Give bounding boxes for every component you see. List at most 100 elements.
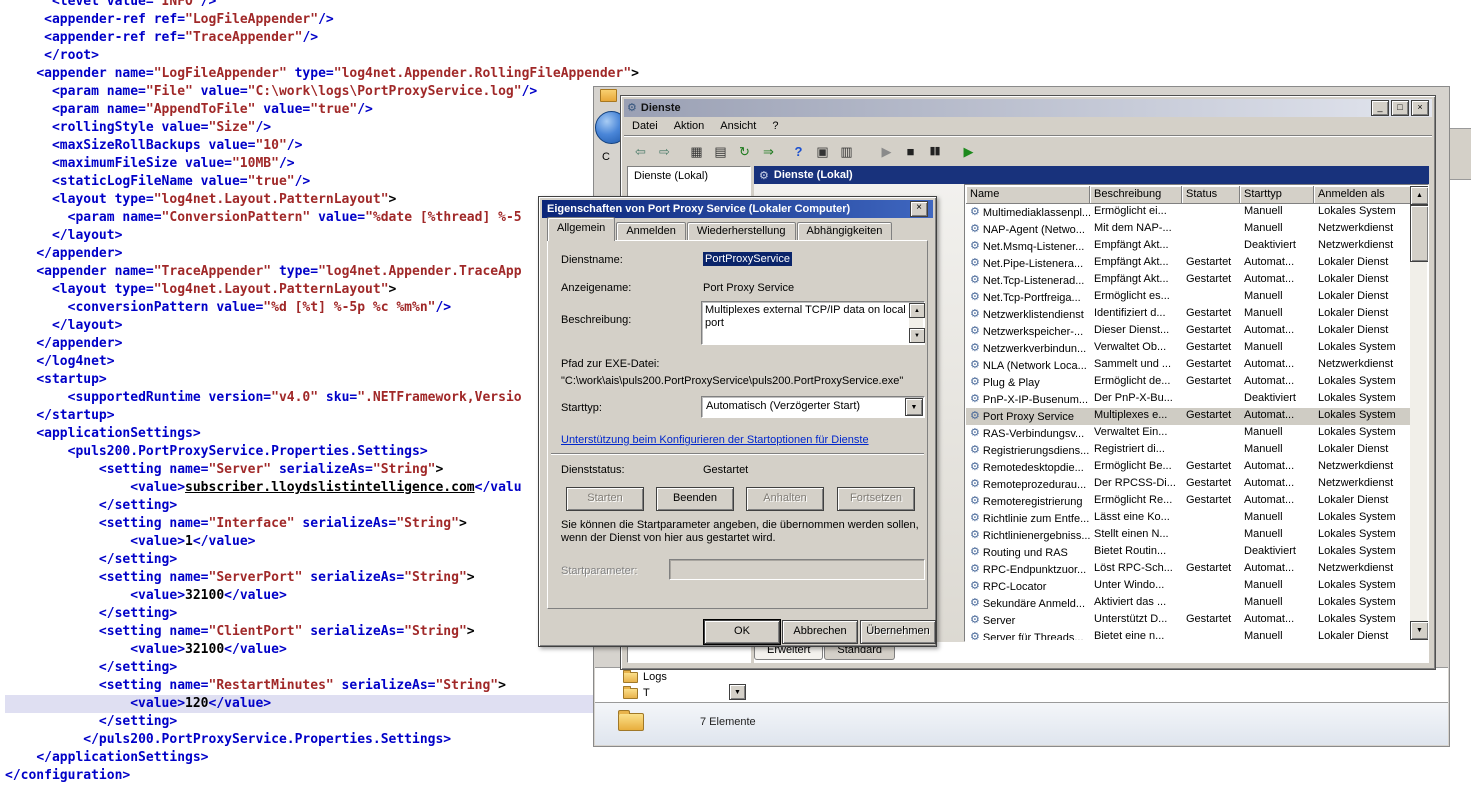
service-row[interactable]: ⚙ RPC-Locator Unter Windo... Manuell Lok…	[966, 578, 1410, 595]
scroll-down-icon[interactable]: ▼	[909, 328, 925, 343]
minimize-button[interactable]: _	[1371, 100, 1389, 116]
service-row[interactable]: ⚙ Netzwerklistendienst Identifiziert d..…	[966, 306, 1410, 323]
service-row[interactable]: ⚙ Plug & Play Ermöglicht de... Gestartet…	[966, 374, 1410, 391]
scroll-up-icon[interactable]: ▲	[909, 303, 925, 318]
service-row[interactable]: ⚙ RPC-Endpunktzuor... Löst RPC-Sch... Ge…	[966, 561, 1410, 578]
service-logon-as: Netzwerkdienst	[1314, 357, 1410, 374]
service-logon-as: Lokales System	[1314, 527, 1410, 544]
forward-icon[interactable]: ⇨	[654, 141, 675, 162]
service-row[interactable]: ⚙ RAS-Verbindungsv... Verwaltet Ein... M…	[966, 425, 1410, 442]
dialog-tab[interactable]: Wiederherstellung	[687, 222, 796, 241]
back-icon[interactable]: ⇦	[630, 141, 651, 162]
extended-view-icon[interactable]: ▣	[812, 141, 833, 162]
help-icon[interactable]: ?	[788, 141, 809, 162]
column-header[interactable]: Beschreibung	[1090, 186, 1182, 204]
services-titlebar[interactable]: ⚙ Dienste _□×	[624, 99, 1432, 117]
service-row[interactable]: ⚙ Routing und RAS Bietet Routin... Deakt…	[966, 544, 1410, 561]
service-name-value[interactable]: PortProxyService	[703, 252, 792, 266]
chevron-down-icon[interactable]: ▼	[729, 684, 746, 700]
list-item[interactable]: Logs	[623, 671, 667, 683]
service-row[interactable]: ⚙ NLA (Network Loca... Sammelt und ... G…	[966, 357, 1410, 374]
dialog-titlebar[interactable]: Eigenschaften von Port Proxy Service (Lo…	[542, 200, 933, 218]
service-gear-icon: ⚙	[970, 207, 980, 218]
service-name: Netzwerkverbindun...	[983, 343, 1086, 355]
service-row[interactable]: ⚙ Server Unterstützt D... Gestartet Auto…	[966, 612, 1410, 629]
ok-button[interactable]: OK	[704, 620, 780, 644]
menu-aktion[interactable]: Aktion	[666, 120, 713, 132]
close-button[interactable]: ×	[1411, 100, 1429, 116]
description-scrollbar[interactable]: ▲ ▼	[909, 303, 923, 343]
restart-service-icon[interactable]: ▶	[958, 141, 979, 162]
service-row[interactable]: ⚙ Richtlinienergebniss... Stellt einen N…	[966, 527, 1410, 544]
service-status	[1182, 204, 1240, 221]
pause-service-icon[interactable]: ▮▮	[924, 141, 945, 162]
dialog-tab[interactable]: Abhängigkeiten	[797, 222, 893, 241]
column-header[interactable]: Anmelden als	[1314, 186, 1412, 204]
item-count: 7 Elemente	[700, 716, 756, 728]
service-row[interactable]: ⚙ PnP-X-IP-Busenum... Der PnP-X-Bu... De…	[966, 391, 1410, 408]
service-control-button[interactable]: Beenden	[656, 487, 734, 511]
service-status	[1182, 544, 1240, 561]
service-row[interactable]: ⚙ Net.Msmq-Listener... Empfängt Akt... D…	[966, 238, 1410, 255]
service-name: Richtlinie zum Entfe...	[983, 513, 1089, 525]
cancel-button[interactable]: Abbrechen	[782, 620, 858, 644]
service-row[interactable]: ⚙ Remoteprozedurau... Der RPCSS-Di... Ge…	[966, 476, 1410, 493]
export-list-icon[interactable]: ▤	[710, 141, 731, 162]
apply-button[interactable]: Übernehmen	[860, 620, 936, 644]
service-control-button[interactable]: Fortsetzen	[837, 487, 915, 511]
service-row[interactable]: ⚙ Registrierungsdiens... Registriert di.…	[966, 442, 1410, 459]
service-row[interactable]: ⚙ Netzwerkverbindun... Verwaltet Ob... G…	[966, 340, 1410, 357]
service-row[interactable]: ⚙ Net.Tcp-Portfreiga... Ermöglicht es...…	[966, 289, 1410, 306]
show-console-tree-icon[interactable]: ▦	[686, 141, 707, 162]
start-service-icon[interactable]: ▶	[876, 141, 897, 162]
refresh-icon[interactable]: ↻	[734, 141, 755, 162]
service-row[interactable]: ⚙ Port Proxy Service Multiplexes e... Ge…	[966, 408, 1410, 425]
tree-node-dienste-lokal[interactable]: Dienste (Lokal)	[628, 167, 750, 185]
display-name-value[interactable]: Port Proxy Service	[703, 282, 794, 294]
service-control-button[interactable]: Anhalten	[746, 487, 824, 511]
menu-hilfe[interactable]: ?	[764, 120, 786, 132]
list-item[interactable]: T	[623, 687, 650, 699]
startparameter-note-line2: wenn der Dienst von hier aus gestartet w…	[561, 532, 776, 544]
startparameter-input[interactable]	[669, 559, 925, 580]
service-logon-as: Netzwerkdienst	[1314, 459, 1410, 476]
menu-datei[interactable]: Datei	[624, 120, 666, 132]
scroll-up-icon[interactable]: ▲	[1410, 186, 1429, 205]
service-row[interactable]: ⚙ Remotedesktopdie... Ermöglicht Be... G…	[966, 459, 1410, 476]
export-icon[interactable]: ⇒	[758, 141, 779, 162]
service-row[interactable]: ⚙ Multimediaklassenpl... Ermöglicht ei..…	[966, 204, 1410, 221]
service-control-button[interactable]: Starten	[566, 487, 644, 511]
startup-options-help-link[interactable]: Unterstützung beim Konfigurieren der Sta…	[561, 434, 869, 446]
service-row[interactable]: ⚙ Net.Pipe-Listenera... Empfängt Akt... …	[966, 255, 1410, 272]
service-row[interactable]: ⚙ Sekundäre Anmeld... Aktiviert das ... …	[966, 595, 1410, 612]
startup-type-dropdown[interactable]: Automatisch (Verzögerter Start) ▼	[701, 396, 925, 418]
column-header[interactable]: Name	[966, 186, 1090, 204]
stop-service-icon[interactable]: ■	[900, 141, 921, 162]
service-row[interactable]: ⚙ Richtlinie zum Entfe... Lässt eine Ko.…	[966, 510, 1410, 527]
dialog-tab[interactable]: Anmelden	[616, 222, 686, 241]
service-row[interactable]: ⚙ NAP-Agent (Netwo... Mit dem NAP-... Ma…	[966, 221, 1410, 238]
menu-ansicht[interactable]: Ansicht	[712, 120, 764, 132]
description-textbox[interactable]: Multiplexes external TCP/IP data on loca…	[701, 301, 925, 345]
service-starttype: Manuell	[1240, 340, 1314, 357]
chevron-down-icon[interactable]: ▼	[905, 398, 923, 416]
vertical-scrollbar[interactable]: ▲ ▼	[1410, 186, 1427, 640]
service-starttype: Automat...	[1240, 408, 1314, 425]
close-icon[interactable]: ×	[910, 201, 928, 217]
service-row[interactable]: ⚙ Server für Threads... Bietet eine n...…	[966, 629, 1410, 640]
standard-view-icon[interactable]: ▥	[836, 141, 857, 162]
dialog-tab[interactable]: Allgemein	[547, 217, 615, 241]
service-status: Gestartet	[1182, 272, 1240, 289]
service-row[interactable]: ⚙ Netzwerkspeicher-... Dieser Dienst... …	[966, 323, 1410, 340]
service-status	[1182, 221, 1240, 238]
scroll-down-icon[interactable]: ▼	[1410, 621, 1429, 640]
service-name: Net.Tcp-Listenerad...	[983, 275, 1085, 287]
column-header[interactable]: Status	[1182, 186, 1240, 204]
service-description: Bietet Routin...	[1090, 544, 1182, 561]
folder-label: Logs	[643, 671, 667, 683]
service-row[interactable]: ⚙ Remoteregistrierung Ermöglicht Re... G…	[966, 493, 1410, 510]
column-header[interactable]: Starttyp	[1240, 186, 1314, 204]
service-row[interactable]: ⚙ Net.Tcp-Listenerad... Empfängt Akt... …	[966, 272, 1410, 289]
scrollbar-thumb[interactable]	[1410, 205, 1429, 262]
maximize-button[interactable]: □	[1391, 100, 1409, 116]
